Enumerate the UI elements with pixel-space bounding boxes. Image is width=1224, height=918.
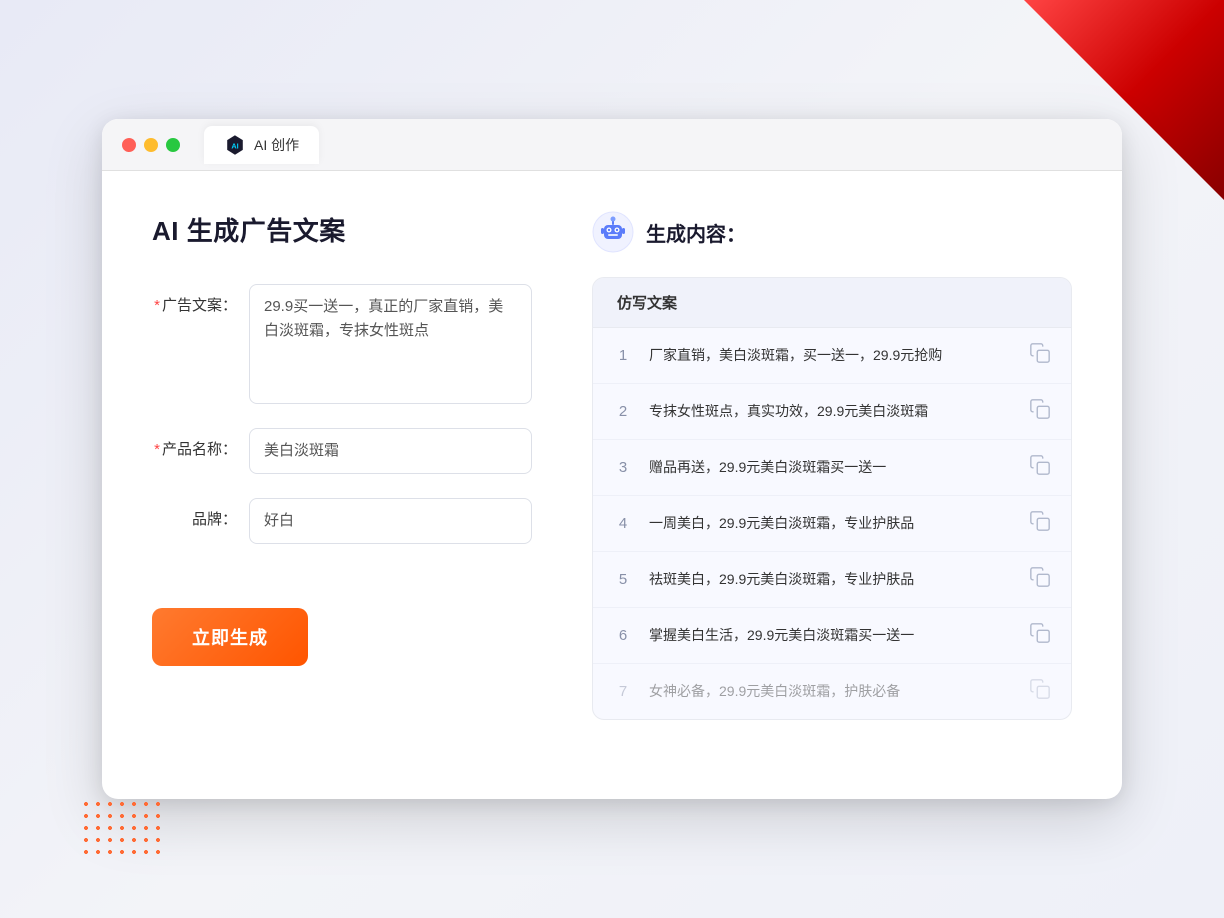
row-number: 7: [613, 683, 633, 700]
table-row[interactable]: 3 赠品再送，29.9元美白淡斑霜买一送一: [593, 440, 1071, 496]
ad-copy-required: *: [154, 297, 160, 314]
generate-button[interactable]: 立即生成: [152, 608, 308, 666]
result-header: 生成内容：: [592, 211, 1072, 253]
row-text: 专抹女性斑点，真实功效，29.9元美白淡斑霜: [649, 401, 1013, 422]
copy-icon[interactable]: [1029, 342, 1051, 369]
copy-icon[interactable]: [1029, 678, 1051, 705]
product-name-required: *: [154, 441, 160, 458]
maximize-button[interactable]: [166, 138, 180, 152]
row-number: 6: [613, 627, 633, 644]
close-button[interactable]: [122, 138, 136, 152]
table-row[interactable]: 1 厂家直销，美白淡斑霜，买一送一，29.9元抢购: [593, 328, 1071, 384]
row-text: 一周美白，29.9元美白淡斑霜，专业护肤品: [649, 513, 1013, 534]
left-panel: AI 生成广告文案 *广告文案： *产品名称：: [152, 211, 532, 751]
row-text: 厂家直销，美白淡斑霜，买一送一，29.9元抢购: [649, 345, 1013, 366]
brand-group: 品牌：: [152, 498, 532, 544]
copy-icon[interactable]: [1029, 510, 1051, 537]
product-name-input[interactable]: [249, 428, 532, 474]
table-row[interactable]: 7 女神必备，29.9元美白淡斑霜，护肤必备: [593, 664, 1071, 719]
ad-copy-label: *广告文案：: [152, 284, 237, 315]
product-name-row: *产品名称：: [152, 428, 532, 474]
main-content: AI 生成广告文案 *广告文案： *产品名称：: [102, 171, 1122, 791]
row-text: 女神必备，29.9元美白淡斑霜，护肤必备: [649, 681, 1013, 702]
product-name-group: *产品名称：: [152, 428, 532, 474]
page-title: AI 生成广告文案: [152, 211, 532, 248]
row-number: 1: [613, 347, 633, 364]
table-row[interactable]: 5 祛斑美白，29.9元美白淡斑霜，专业护肤品: [593, 552, 1071, 608]
ai-create-tab[interactable]: AI AI 创作: [204, 126, 319, 164]
copy-icon[interactable]: [1029, 622, 1051, 649]
robot-icon: [592, 211, 634, 253]
result-title: 生成内容：: [646, 218, 746, 247]
row-number: 2: [613, 403, 633, 420]
ai-tab-icon: AI: [224, 134, 246, 156]
copy-icon[interactable]: [1029, 398, 1051, 425]
svg-text:AI: AI: [231, 141, 238, 150]
brand-row: 品牌：: [152, 498, 532, 544]
brand-input[interactable]: [249, 498, 532, 544]
copy-icon[interactable]: [1029, 454, 1051, 481]
row-text: 赠品再送，29.9元美白淡斑霜买一送一: [649, 457, 1013, 478]
table-header: 仿写文案: [593, 278, 1071, 328]
copy-icon[interactable]: [1029, 566, 1051, 593]
row-text: 掌握美白生活，29.9元美白淡斑霜买一送一: [649, 625, 1013, 646]
traffic-lights: [122, 138, 180, 152]
tab-label: AI 创作: [254, 135, 299, 155]
row-number: 5: [613, 571, 633, 588]
app-window: AI AI 创作 AI 生成广告文案 *广告文案：: [102, 119, 1122, 799]
result-rows: 1 厂家直销，美白淡斑霜，买一送一，29.9元抢购 2 专抹女性斑点，真实功效，29…: [593, 328, 1071, 719]
table-row[interactable]: 4 一周美白，29.9元美白淡斑霜，专业护肤品: [593, 496, 1071, 552]
table-row[interactable]: 6 掌握美白生活，29.9元美白淡斑霜买一送一: [593, 608, 1071, 664]
right-panel: 生成内容： 仿写文案 1 厂家直销，美白淡斑霜，买一送一，29.9元抢购 2 专抹女…: [592, 211, 1072, 751]
ad-copy-group: *广告文案：: [152, 284, 532, 404]
row-number: 4: [613, 515, 633, 532]
result-table: 仿写文案 1 厂家直销，美白淡斑霜，买一送一，29.9元抢购 2 专抹女性斑点，真实…: [592, 277, 1072, 720]
ad-copy-input[interactable]: [249, 284, 532, 404]
row-number: 3: [613, 459, 633, 476]
minimize-button[interactable]: [144, 138, 158, 152]
product-name-label: *产品名称：: [152, 428, 237, 459]
table-row[interactable]: 2 专抹女性斑点，真实功效，29.9元美白淡斑霜: [593, 384, 1071, 440]
ad-copy-row: *广告文案：: [152, 284, 532, 404]
brand-label: 品牌：: [152, 498, 237, 529]
row-text: 祛斑美白，29.9元美白淡斑霜，专业护肤品: [649, 569, 1013, 590]
titlebar: AI AI 创作: [102, 119, 1122, 171]
